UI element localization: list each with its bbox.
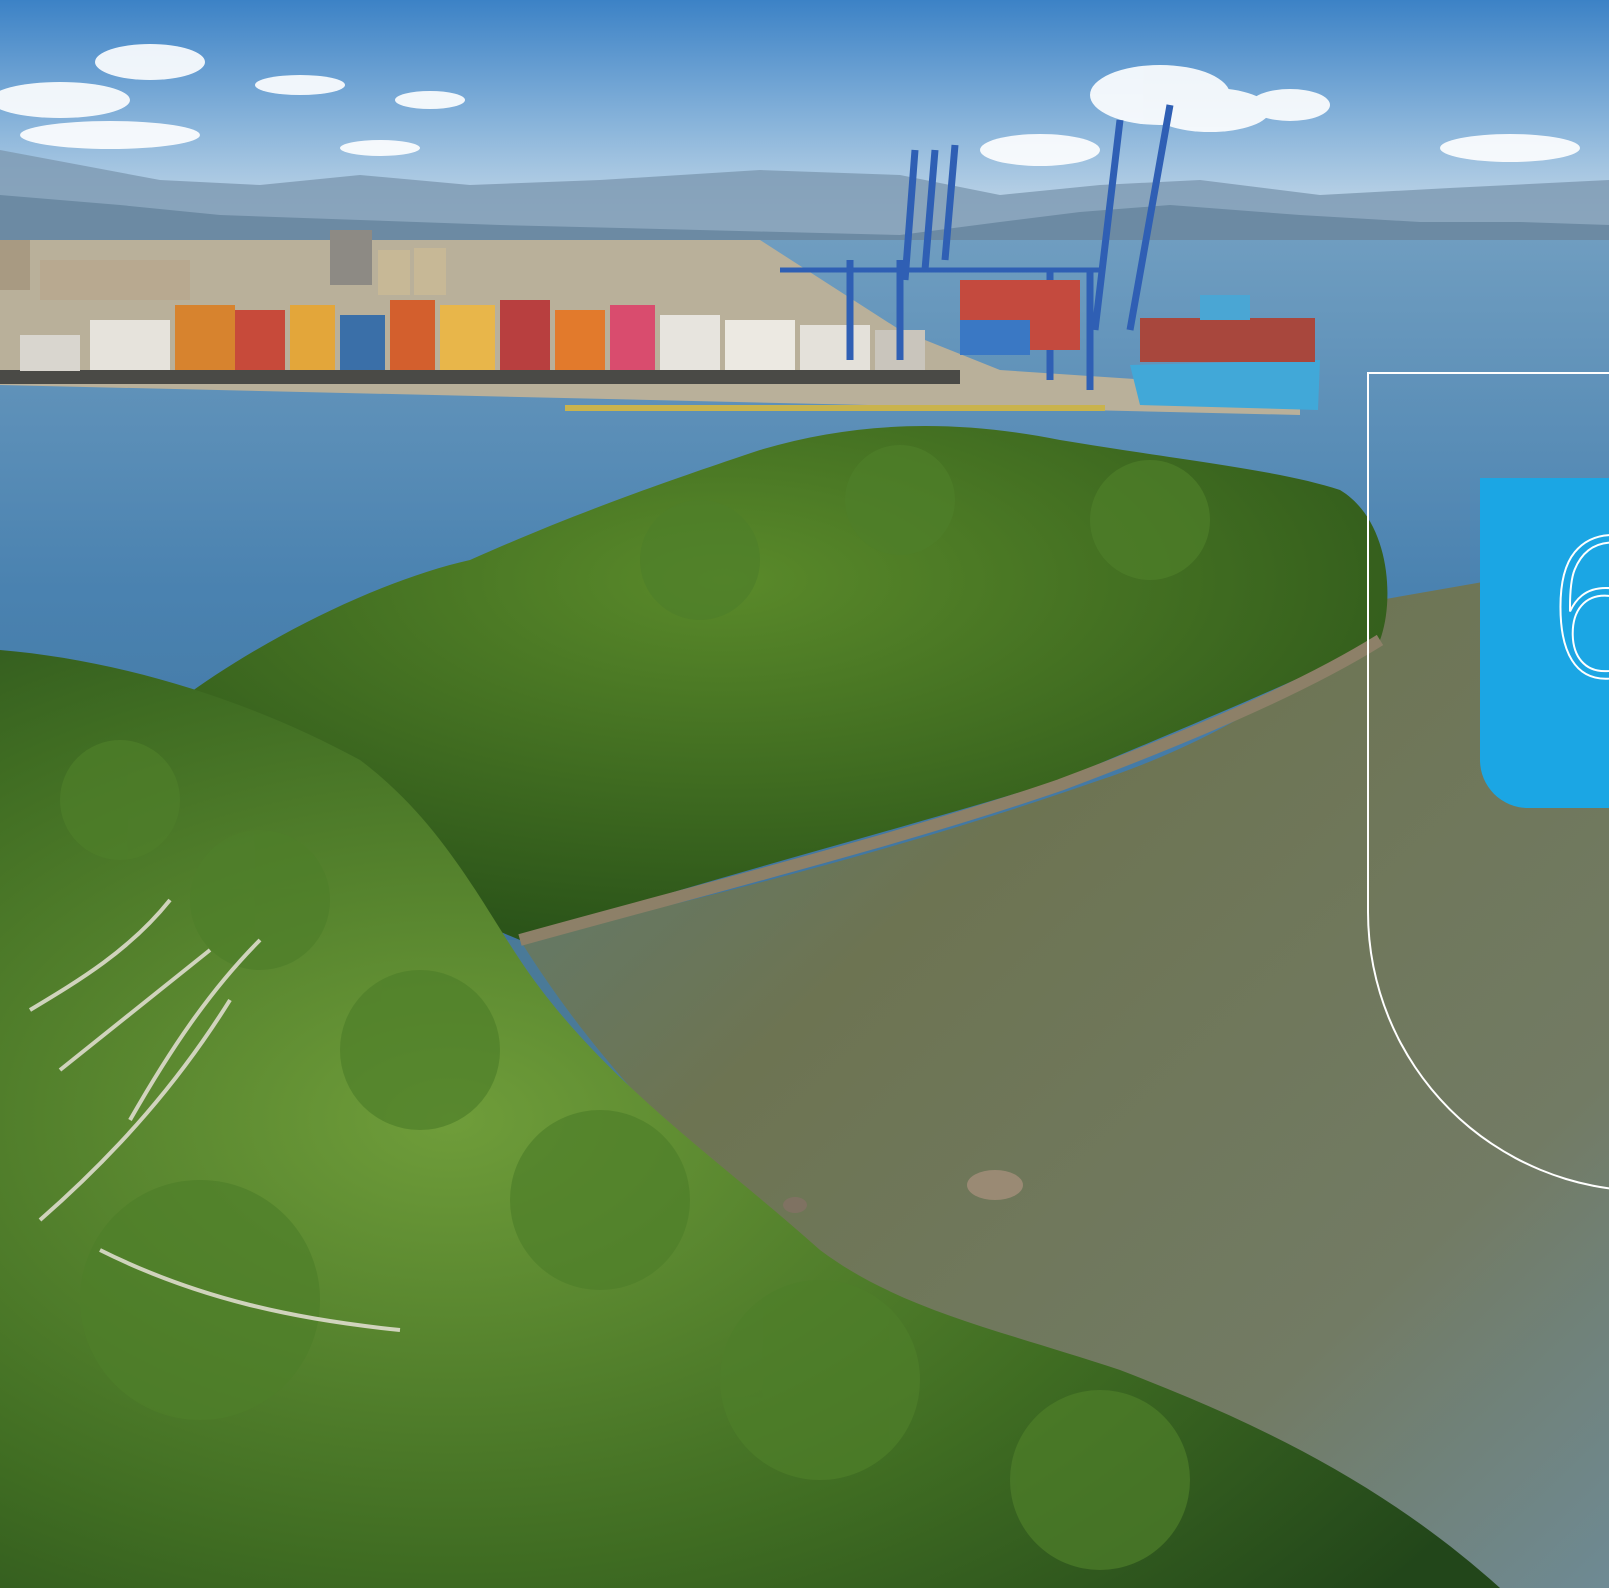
pier (565, 405, 1105, 411)
section-number-tile: 6 (1480, 478, 1609, 808)
boulder (967, 1170, 1023, 1200)
section-number: 6 (1541, 500, 1609, 721)
port-aerial-photo: 6 (0, 0, 1609, 1588)
boulder-small (783, 1197, 807, 1213)
quay-wall (0, 370, 960, 384)
